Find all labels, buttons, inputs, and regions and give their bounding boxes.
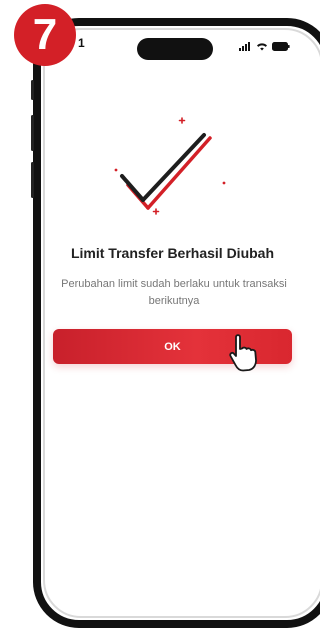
ok-button-label: OK xyxy=(164,340,181,353)
hand-pointer-icon xyxy=(229,334,257,372)
phone-side-button xyxy=(31,80,34,100)
signal-icon xyxy=(239,42,250,51)
success-subtitle: Perubahan limit sudah berlaku untuk tran… xyxy=(61,278,287,307)
checkmark-icon xyxy=(114,117,226,215)
phone-volume-up-button xyxy=(31,115,34,151)
phone-frame xyxy=(33,18,320,628)
success-title: Limit Transfer Berhasil Diubah xyxy=(70,245,275,261)
status-icons xyxy=(239,42,290,51)
battery-icon xyxy=(272,42,290,51)
step-number: 7 xyxy=(32,10,58,59)
wifi-icon xyxy=(257,43,267,51)
phone-volume-down-button xyxy=(31,162,34,198)
step-badge: 7 xyxy=(14,4,76,66)
status-time: 1 xyxy=(78,36,85,50)
dynamic-island xyxy=(137,38,213,60)
